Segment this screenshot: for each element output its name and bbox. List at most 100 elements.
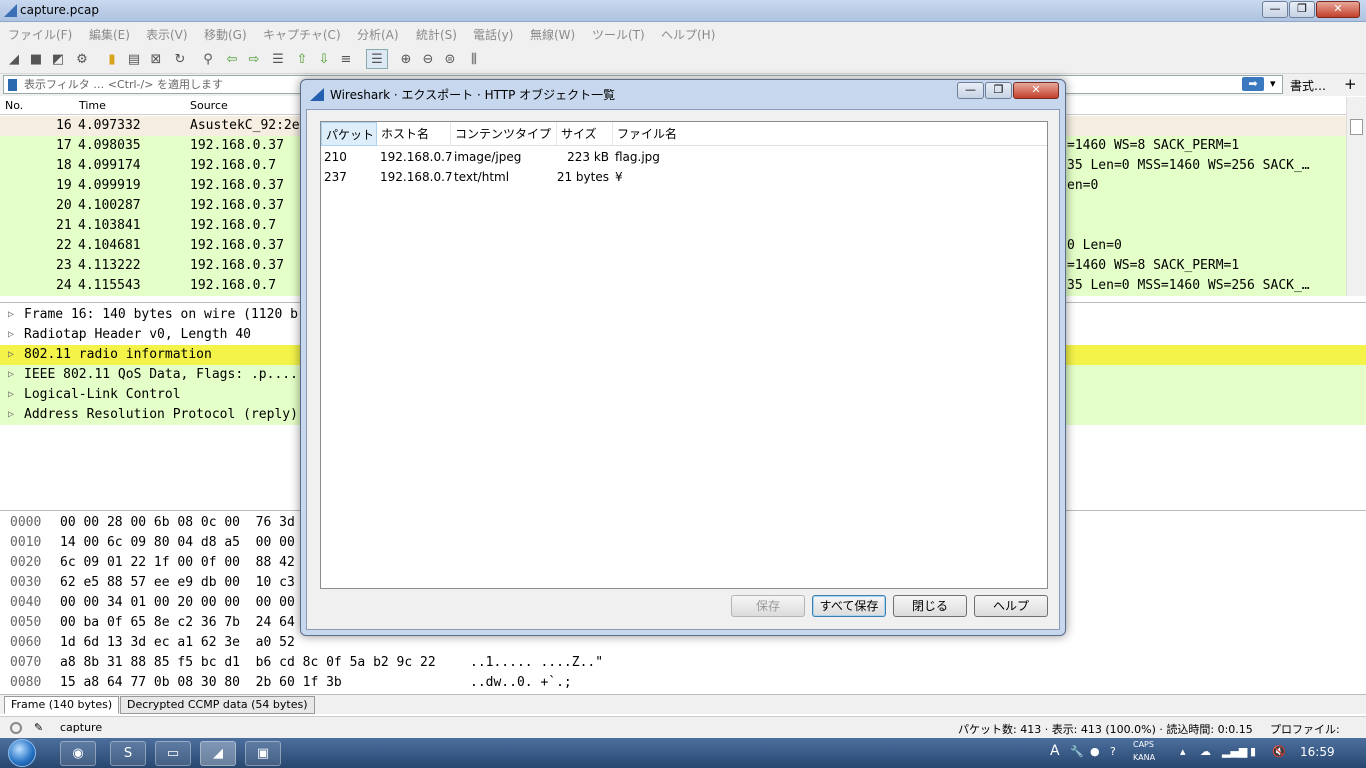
menu-edit[interactable]: 編集(E)	[89, 26, 130, 43]
expand-icon[interactable]: ▷	[8, 385, 14, 405]
find-packet-icon[interactable]: ⚲	[200, 51, 216, 67]
restart-capture-icon[interactable]: ◩	[50, 51, 66, 67]
capture-status-icon[interactable]	[10, 722, 22, 734]
column-hostname[interactable]: ホスト名	[377, 122, 451, 146]
stop-capture-icon[interactable]: ■	[28, 51, 44, 67]
ime-tools-icon[interactable]: 🔧	[1070, 745, 1084, 758]
go-back-icon[interactable]: ⇦	[224, 51, 240, 67]
auto-scroll-icon[interactable]: ≡	[338, 51, 354, 67]
packet-list-scrollbar[interactable]	[1346, 97, 1366, 296]
wireshark-taskbar-icon[interactable]: ◢	[200, 741, 236, 766]
close-button[interactable]: ✕	[1316, 1, 1360, 18]
chrome-icon[interactable]: ◉	[60, 741, 96, 766]
menu-analyze[interactable]: 分析(A)	[357, 26, 399, 43]
filter-history-dropdown[interactable]: ▾	[1270, 77, 1276, 90]
expand-icon[interactable]: ▷	[8, 365, 14, 385]
expand-icon[interactable]: ▷	[8, 305, 14, 325]
close-file-icon[interactable]: ⊠	[148, 51, 164, 67]
ime-help-icon[interactable]: ?	[1110, 745, 1116, 758]
go-to-packet-icon[interactable]: ☰	[270, 51, 286, 67]
first-packet-icon[interactable]: ⇧	[294, 51, 310, 67]
add-filter-button[interactable]: +	[1344, 75, 1357, 93]
scrollbar-thumb[interactable]	[1350, 119, 1363, 135]
bookmark-icon[interactable]	[8, 79, 17, 91]
volume-muted-icon[interactable]: 🔇	[1272, 745, 1286, 758]
byte-hex[interactable]: 6c 09 01 22 1f 00 0f 00 88 42	[60, 553, 295, 573]
resize-columns-icon[interactable]: ⫼	[466, 51, 482, 67]
edit-comment-icon[interactable]: ✎	[34, 721, 43, 734]
tab-decrypted-ccmp[interactable]: Decrypted CCMP data (54 bytes)	[120, 696, 315, 714]
last-packet-icon[interactable]: ⇩	[316, 51, 332, 67]
byte-hex[interactable]: a8 8b 31 88 85 f5 bc d1 b6 cd 8c 0f 5a b…	[60, 653, 436, 673]
byte-hex[interactable]: 00 00 28 00 6b 08 0c 00 76 3d	[60, 513, 295, 533]
list-item[interactable]: 210 192.168.0.7 image/jpeg 223 kB flag.j…	[321, 147, 1047, 167]
apply-filter-arrow-icon[interactable]: ➡	[1242, 77, 1264, 91]
zoom-out-icon[interactable]: ⊖	[420, 51, 436, 67]
expand-icon[interactable]: ▷	[8, 345, 14, 365]
explorer-icon[interactable]: ▭	[155, 741, 191, 766]
cloud-icon[interactable]: ☁	[1200, 745, 1211, 758]
column-source[interactable]: Source	[190, 99, 228, 112]
export-http-objects-dialog: Wireshark · エクスポート · HTTP オブジェクト一覧 — ❐ ✕…	[300, 79, 1066, 636]
byte-hex[interactable]: 00 00 34 01 00 20 00 00 00 00	[60, 593, 295, 613]
close-dialog-button[interactable]: 閉じる	[893, 595, 967, 617]
dialog-close-button[interactable]: ✕	[1013, 82, 1059, 99]
power-icon[interactable]: ▮	[1250, 745, 1256, 758]
tab-frame-bytes[interactable]: Frame (140 bytes)	[4, 696, 120, 714]
network-signal-icon[interactable]: ▂▄▆	[1222, 745, 1247, 758]
expand-icon[interactable]: ▷	[8, 405, 14, 425]
byte-ascii[interactable]: ..1..... ....Z.."	[470, 653, 603, 673]
save-button[interactable]: 保存	[731, 595, 805, 617]
menu-telephony[interactable]: 電話(y)	[473, 26, 513, 43]
menu-tools[interactable]: ツール(T)	[592, 26, 645, 43]
list-item[interactable]: 237 192.168.0.7 text/html 21 bytes ¥	[321, 167, 1047, 187]
show-hidden-icons[interactable]: ▴	[1180, 745, 1186, 758]
menu-statistics[interactable]: 統計(S)	[416, 26, 457, 43]
start-button[interactable]	[8, 739, 36, 767]
column-packet[interactable]: パケット	[321, 122, 377, 146]
save-file-icon[interactable]: ▤	[126, 51, 142, 67]
byte-hex[interactable]: 62 e5 88 57 ee e9 db 00 10 c3	[60, 573, 295, 593]
column-content-type[interactable]: コンテンツタイプ	[451, 122, 557, 146]
app-s-icon[interactable]: S	[110, 741, 146, 766]
reload-file-icon[interactable]: ↻	[172, 51, 188, 67]
ime-options-icon[interactable]: ●	[1090, 745, 1100, 758]
open-file-icon[interactable]: ▮	[104, 51, 120, 67]
dialog-maximize-button[interactable]: ❐	[985, 82, 1012, 99]
menu-help[interactable]: ヘルプ(H)	[661, 26, 715, 43]
system-clock[interactable]: 16:59	[1300, 745, 1335, 759]
byte-hex[interactable]: 15 a8 64 77 0b 08 30 80 2b 60 1f 3b	[60, 673, 342, 693]
column-time[interactable]: Time	[79, 99, 106, 112]
menu-file[interactable]: ファイル(F)	[8, 26, 72, 43]
column-no[interactable]: No.	[5, 99, 23, 112]
zoom-normal-icon[interactable]: ⊜	[442, 51, 458, 67]
help-button[interactable]: ヘルプ	[974, 595, 1048, 617]
window-taskbar-icon[interactable]: ▣	[245, 741, 281, 766]
dialog-minimize-button[interactable]: —	[957, 82, 984, 99]
menu-go[interactable]: 移動(G)	[204, 26, 247, 43]
save-all-button[interactable]: すべて保存	[812, 595, 886, 617]
column-size[interactable]: サイズ	[557, 122, 613, 146]
maximize-button[interactable]: ❐	[1289, 1, 1315, 18]
filter-format-button[interactable]: 書式…	[1290, 77, 1326, 94]
main-toolbar: ◢ ■ ◩ ⚙ ▮ ▤ ⊠ ↻ ⚲ ⇦ ⇨ ☰ ⇧ ⇩ ≡ ☰ ⊕ ⊖ ⊜ ⫼	[0, 44, 1366, 74]
column-filename[interactable]: ファイル名	[613, 122, 733, 146]
minimize-button[interactable]: —	[1262, 1, 1288, 18]
byte-offset: 0000	[10, 515, 42, 530]
go-forward-icon[interactable]: ⇨	[246, 51, 262, 67]
byte-hex[interactable]: 14 00 6c 09 80 04 d8 a5 00 00	[60, 533, 295, 553]
colorize-icon[interactable]: ☰	[366, 49, 388, 69]
ime-mode-indicator[interactable]: A	[1050, 743, 1060, 759]
byte-hex[interactable]: 00 ba 0f 65 8e c2 36 7b 24 64	[60, 613, 295, 633]
byte-hex[interactable]: 1d 6d 13 3d ec a1 62 3e a0 52	[60, 633, 295, 653]
menu-view[interactable]: 表示(V)	[146, 26, 188, 43]
menu-wireless[interactable]: 無線(W)	[530, 26, 575, 43]
byte-offset: 0040	[10, 595, 42, 610]
expand-icon[interactable]: ▷	[8, 325, 14, 345]
byte-ascii[interactable]: ..dw..0. +`.;	[470, 673, 572, 693]
menu-capture[interactable]: キャプチャ(C)	[263, 26, 341, 43]
zoom-in-icon[interactable]: ⊕	[398, 51, 414, 67]
shark-fin-start-icon[interactable]: ◢	[6, 51, 22, 67]
http-object-list: パケット ホスト名 コンテンツタイプ サイズ ファイル名 210 192.168…	[320, 121, 1048, 589]
capture-options-icon[interactable]: ⚙	[74, 51, 90, 67]
